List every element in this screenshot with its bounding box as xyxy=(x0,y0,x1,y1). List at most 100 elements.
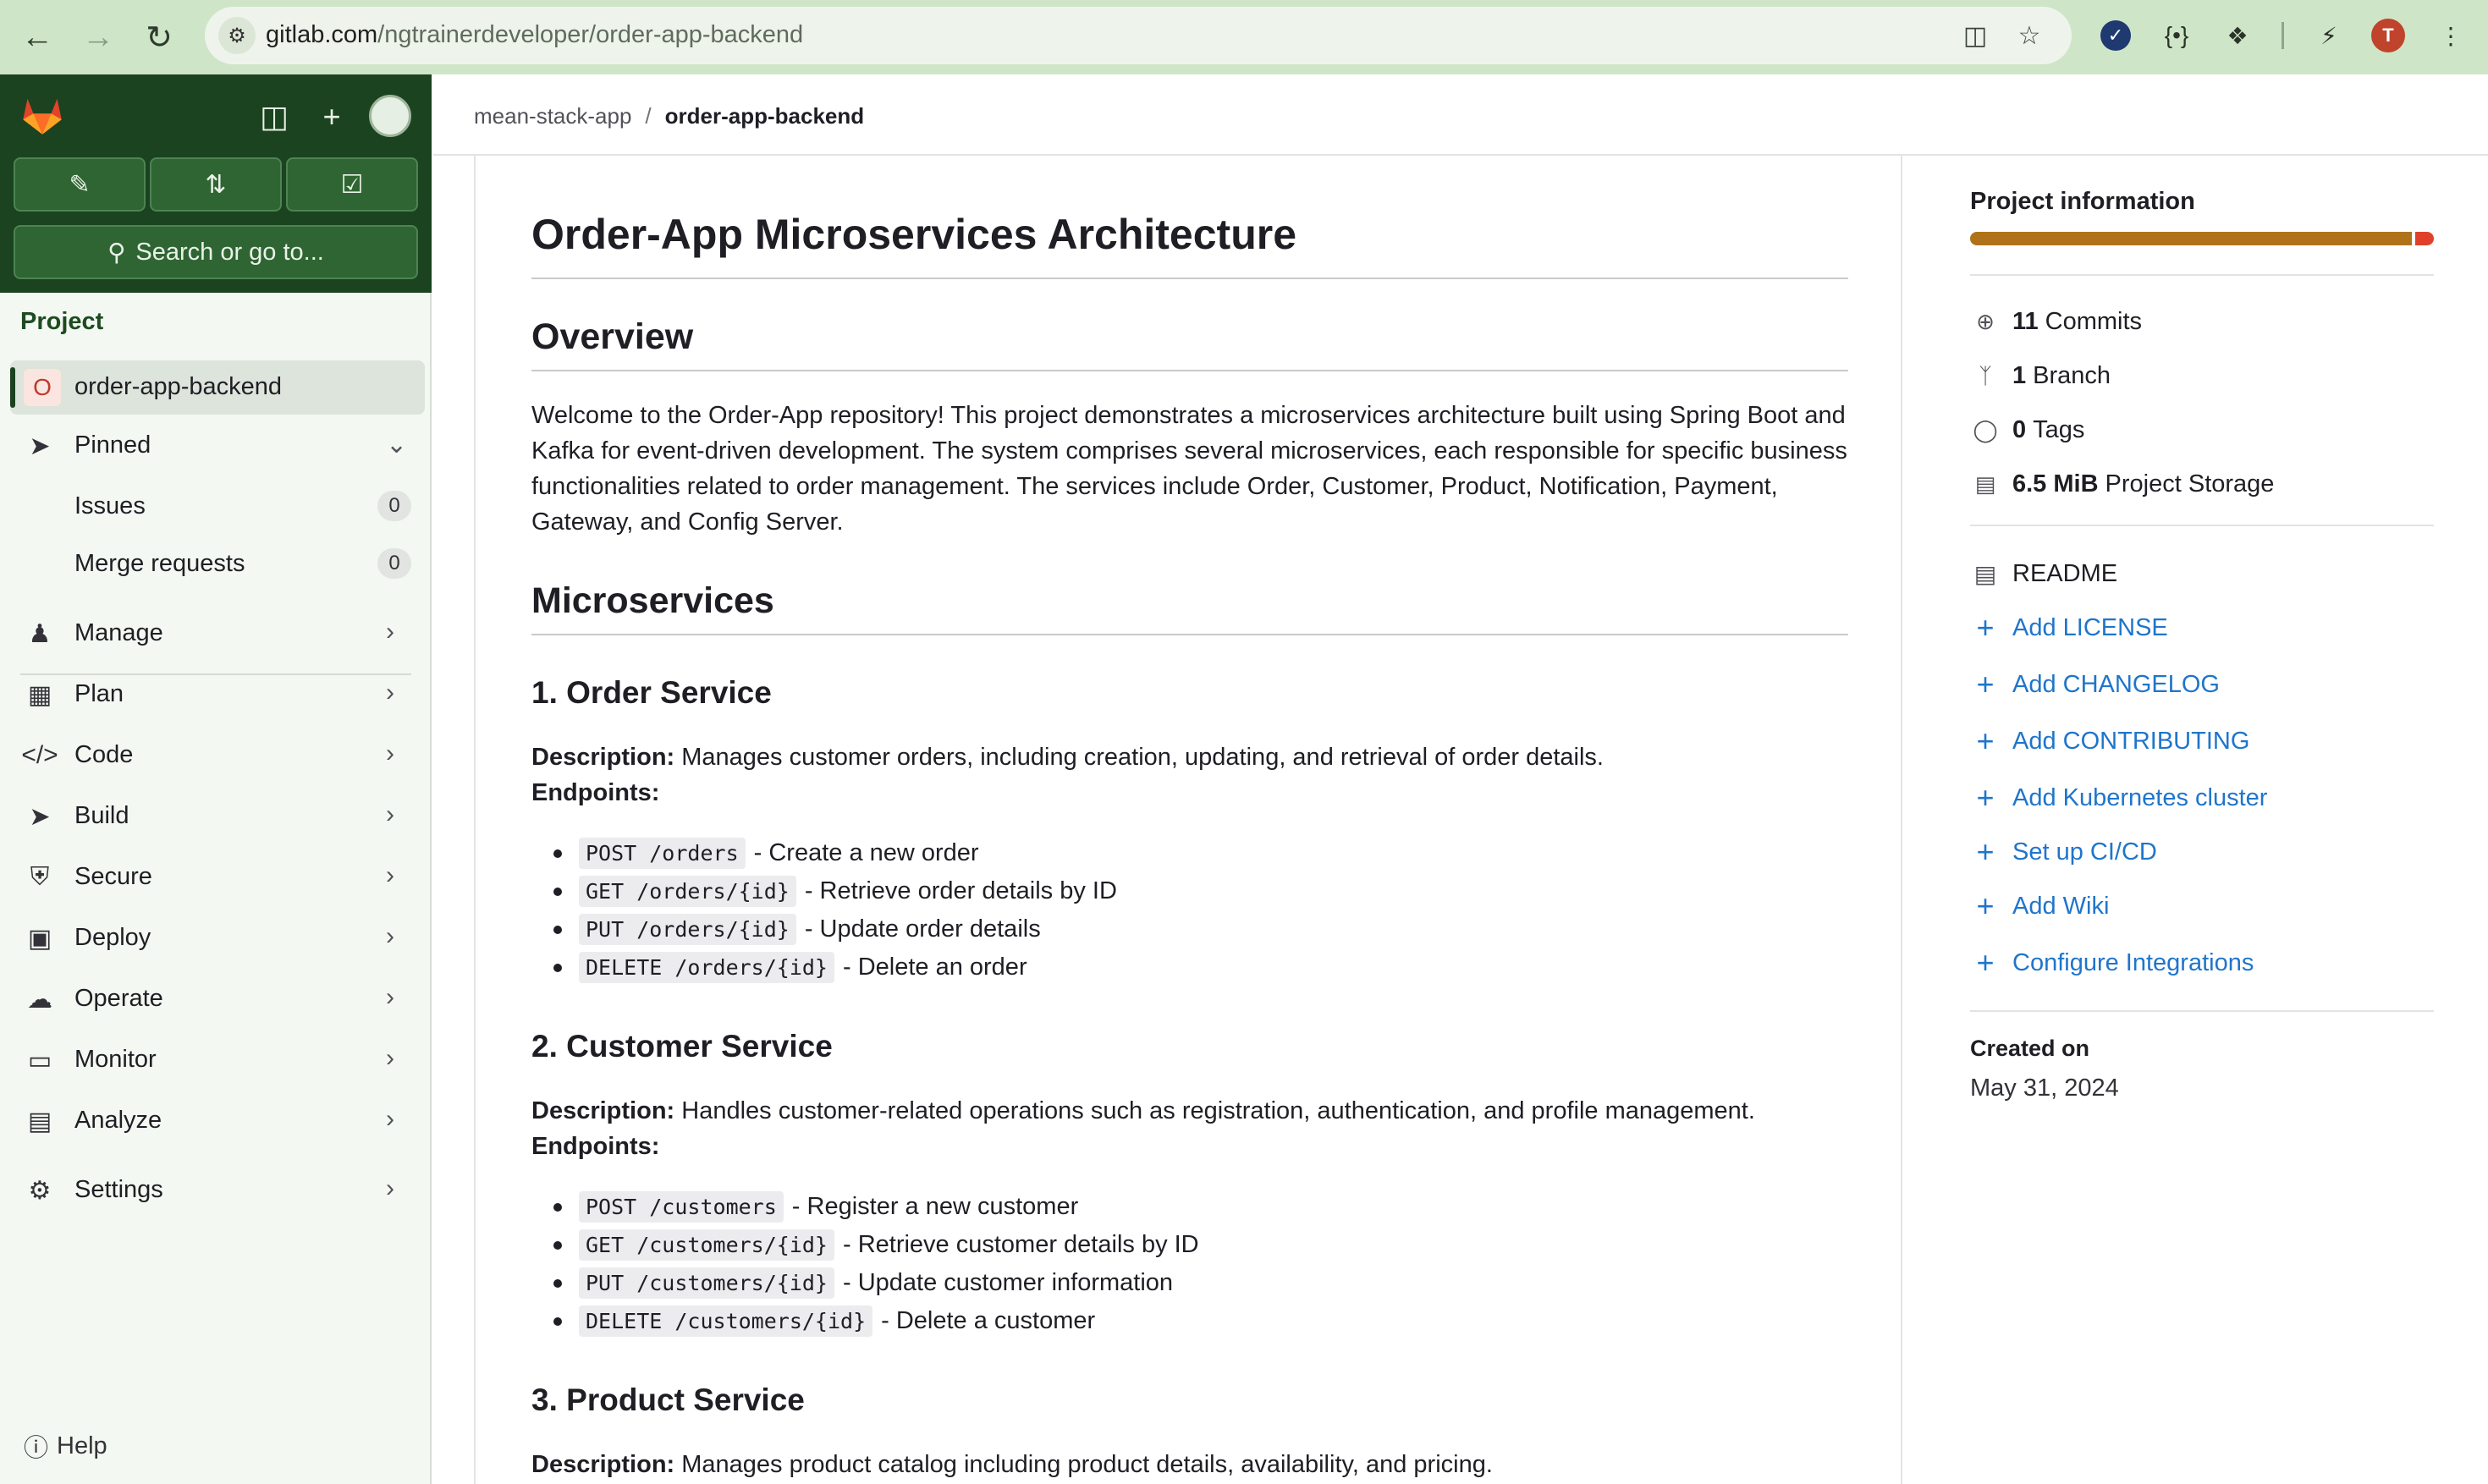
help-icon: ⓘ xyxy=(24,1435,49,1462)
endpoint-text: - Delete a customer xyxy=(881,1307,1096,1334)
install-app-icon[interactable]: ◫ xyxy=(1957,17,1994,54)
profile-avatar[interactable]: T xyxy=(2371,19,2405,52)
overview-heading: Overview xyxy=(531,316,1848,371)
monitor-icon: ▭ xyxy=(27,1046,52,1075)
add-changelog-link[interactable]: + Add CHANGELOG xyxy=(1970,667,2220,701)
todos-shortcut-button[interactable]: ☑ xyxy=(286,157,418,212)
search-label: Search or go to... xyxy=(135,238,324,266)
breadcrumb-current-link[interactable]: order-app-backend xyxy=(665,103,865,129)
chevron-right-icon: › xyxy=(386,800,394,828)
sidebar-item-deploy[interactable]: ▣ Deploy › xyxy=(0,910,432,965)
active-indicator xyxy=(10,367,15,408)
sidebar-item-analyze[interactable]: ▤ Analyze › xyxy=(0,1093,432,1147)
sidebar-item-issues[interactable]: Issues 0 xyxy=(0,479,432,533)
endpoint-item: DELETE /customers/{id} - Delete a custome… xyxy=(553,1305,1095,1337)
merge-requests-shortcut-button[interactable]: ⇅ xyxy=(150,157,282,212)
sidebar-item-secure[interactable]: ⛨ Secure › xyxy=(0,849,432,904)
chevron-right-icon: › xyxy=(386,679,394,706)
browser-menu-icon[interactable]: ⋮ xyxy=(2430,15,2471,56)
setup-cicd-link[interactable]: + Set up CI/CD xyxy=(1970,834,2156,869)
url-text[interactable]: gitlab.com/ngtrainerdeveloper/order-app-… xyxy=(266,21,803,49)
help-button[interactable]: ⓘ Help xyxy=(24,1428,107,1464)
sidebar-item-merge-requests[interactable]: Merge requests 0 xyxy=(0,536,432,591)
description-label: Description: xyxy=(531,1097,675,1124)
service-description: Description: Manages product catalog inc… xyxy=(531,1451,1493,1479)
endpoint-code: GET /orders/{id} xyxy=(579,876,796,907)
sidebar-item-monitor[interactable]: ▭ Monitor › xyxy=(0,1032,432,1086)
description-text: Handles customer-related operations such… xyxy=(681,1097,1755,1124)
reload-icon[interactable]: ↻ xyxy=(134,12,184,63)
create-new-icon[interactable]: + xyxy=(311,96,352,137)
sidebar-item-code[interactable]: </> Code › xyxy=(0,728,432,782)
extension-json-icon[interactable]: {•} xyxy=(2156,15,2197,56)
add-contributing-link[interactable]: + Add CONTRIBUTING xyxy=(1970,723,2250,758)
cloud-gear-icon: ☁ xyxy=(27,985,52,1014)
endpoint-item: PUT /orders/{id} - Update order details xyxy=(553,914,1041,945)
language-segment xyxy=(2415,232,2434,245)
branches-link[interactable]: ᛉ 1 Branch xyxy=(1970,360,2111,391)
sidebar-item-build[interactable]: ➤ Build › xyxy=(0,789,432,843)
sidebar-item-plan[interactable]: ▦ Plan › xyxy=(0,667,432,721)
pin-icon: ➤ xyxy=(29,431,51,460)
bullet xyxy=(553,1202,562,1212)
storage-icon: ▤ xyxy=(1974,470,1996,497)
add-license-link[interactable]: + Add LICENSE xyxy=(1970,610,2167,645)
endpoints-label-text: Endpoints: xyxy=(531,779,660,806)
sidebar-item-manage[interactable]: ♟ Manage › xyxy=(0,606,432,660)
add-kubernetes-cluster-link[interactable]: + Add Kubernetes cluster xyxy=(1970,780,2267,815)
sidebar-project-item[interactable]: O order-app-backend xyxy=(10,360,425,415)
top-bar: mean-stack-app / order-app-backend xyxy=(433,74,2488,156)
service-description: Description: Manages customer orders, in… xyxy=(531,744,1604,772)
search-icon: ⚲ xyxy=(107,239,126,267)
bullet xyxy=(553,1278,562,1288)
chevron-right-icon: › xyxy=(386,739,394,767)
stat-label: Branch xyxy=(2033,361,2111,389)
tag-icon: ◯ xyxy=(1973,416,1998,442)
collapse-sidebar-icon[interactable]: ◫ xyxy=(254,96,294,137)
endpoint-item: PUT /customers/{id} - Update customer inf… xyxy=(553,1267,1173,1299)
search-button[interactable]: ⚲ Search or go to... xyxy=(14,225,418,279)
extension-check-icon[interactable]: ✓ xyxy=(2100,20,2131,51)
help-label: Help xyxy=(57,1432,107,1459)
language-bar[interactable] xyxy=(1970,232,2434,245)
count-badge: 0 xyxy=(377,548,411,579)
issues-icon: ✎ xyxy=(69,170,91,199)
extensions-puzzle-icon[interactable]: ❖ xyxy=(2217,15,2258,56)
commits-link[interactable]: ⊕ 11 Commits xyxy=(1970,306,2142,337)
bullet xyxy=(553,849,562,858)
configure-integrations-link[interactable]: + Configure Integrations xyxy=(1970,945,2254,980)
breadcrumb: mean-stack-app / order-app-backend xyxy=(474,103,864,129)
storage-link[interactable]: ▤ 6.5 MiB Project Storage xyxy=(1970,469,2275,499)
add-wiki-link[interactable]: + Add Wiki xyxy=(1970,888,2109,923)
endpoints-label: Endpoints: xyxy=(531,779,659,807)
endpoint-text: - Update order details xyxy=(804,915,1041,943)
sidebar-header: ◫ + ✎ ⇅ ☑ ⚲ Search or go to... xyxy=(0,74,432,293)
issues-shortcut-button[interactable]: ✎ xyxy=(14,157,146,212)
chart-icon: ▤ xyxy=(27,1107,52,1135)
plus-icon: + xyxy=(1976,667,1995,701)
back-arrow-icon[interactable]: ← xyxy=(12,12,63,63)
stat-value: 6.5 MiB xyxy=(2012,470,2099,497)
action-label: Add CONTRIBUTING xyxy=(2012,727,2250,755)
gitlab-logo-icon[interactable] xyxy=(19,91,66,139)
user-avatar[interactable] xyxy=(369,95,411,137)
readme-link[interactable]: ▤ README xyxy=(1970,558,2117,589)
address-bar[interactable]: ⚙ gitlab.com/ngtrainerdeveloper/order-ap… xyxy=(205,7,2072,64)
breadcrumb-group-link[interactable]: mean-stack-app xyxy=(474,103,631,129)
tags-link[interactable]: ◯ 0 Tags xyxy=(1970,415,2084,445)
forward-arrow-icon[interactable]: → xyxy=(73,12,124,63)
extension-bolt-icon[interactable]: ⚡ xyxy=(2309,15,2349,56)
service-description: Description: Handles customer-related op… xyxy=(531,1097,1755,1125)
site-settings-icon[interactable]: ⚙ xyxy=(218,17,256,54)
sidebar-item-operate[interactable]: ☁ Operate › xyxy=(0,971,432,1025)
sidebar-item-pinned[interactable]: ➤ Pinned ⌄ xyxy=(0,418,432,472)
endpoint-code: DELETE /orders/{id} xyxy=(579,952,834,983)
sidebar-section-title: Project xyxy=(20,308,104,335)
calendar-icon: ▦ xyxy=(27,680,52,709)
bookmark-star-icon[interactable]: ☆ xyxy=(2011,17,2048,54)
description-label: Description: xyxy=(531,744,675,771)
bullet xyxy=(553,1240,562,1250)
deploy-icon: ▣ xyxy=(27,924,52,953)
bullet xyxy=(553,963,562,972)
sidebar-item-settings[interactable]: ⚙ Settings › xyxy=(0,1162,432,1217)
